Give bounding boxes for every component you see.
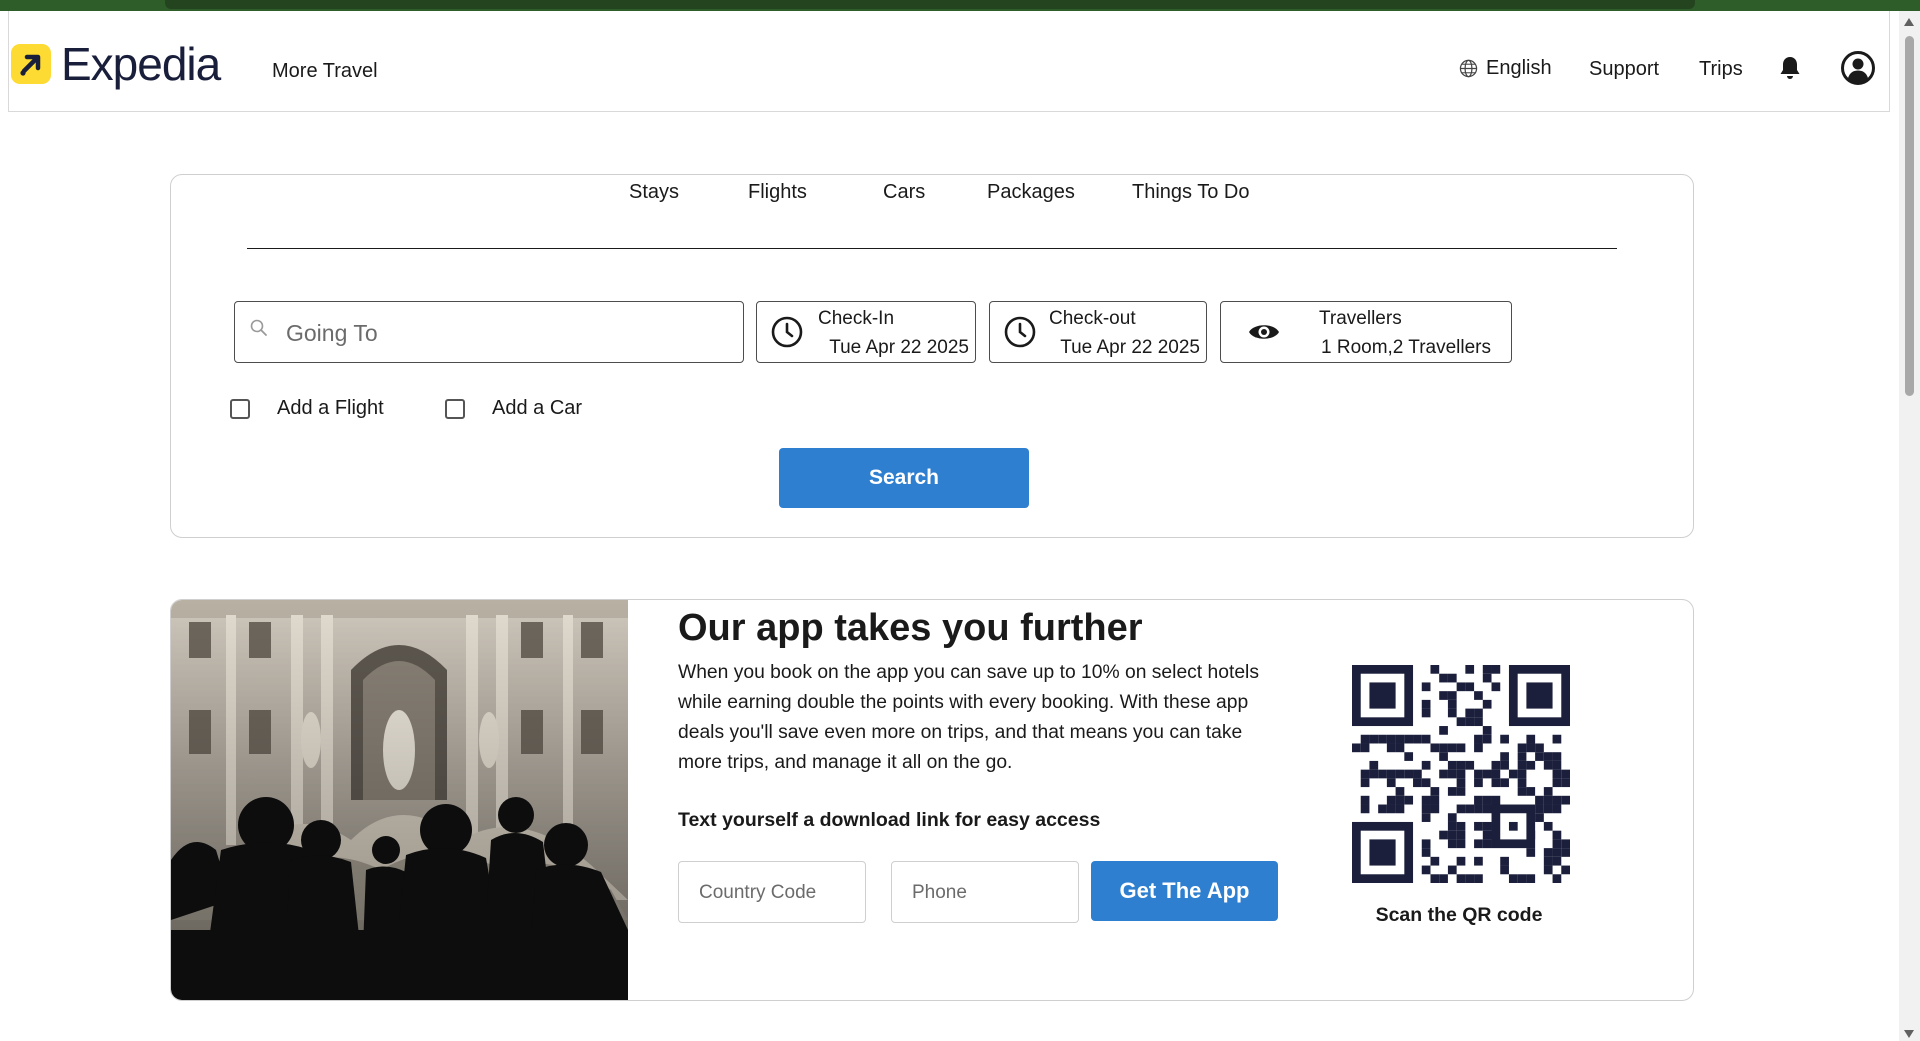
phone-input[interactable]: Phone	[891, 861, 1079, 923]
scroll-up-arrow-icon[interactable]	[1904, 18, 1914, 26]
tab-things-to-do[interactable]: Things To Do	[1132, 181, 1249, 204]
phone-placeholder: Phone	[912, 882, 967, 903]
tab-cars[interactable]: Cars	[883, 181, 925, 204]
tab-packages[interactable]: Packages	[987, 181, 1075, 204]
add-car-checkbox[interactable]: Add a Car	[445, 397, 582, 420]
check-in-value: Tue Apr 22 2025	[829, 337, 969, 358]
promo-subtitle: Text yourself a download link for easy a…	[678, 809, 1101, 831]
going-to-input[interactable]: Going To	[234, 301, 744, 363]
country-code-input[interactable]: Country Code	[678, 861, 866, 923]
travellers-field[interactable]: Travellers 1 Room,2 Travellers	[1220, 301, 1512, 363]
clock-icon	[771, 316, 803, 348]
qr-caption: Scan the QR code	[1375, 904, 1543, 926]
language-selector[interactable]: English	[1459, 57, 1552, 80]
more-travel-menu[interactable]: More Travel	[272, 60, 378, 83]
tabs-divider	[247, 248, 1617, 249]
add-flight-checkbox[interactable]: Add a Flight	[230, 397, 384, 420]
get-the-app-button[interactable]: Get The App	[1091, 861, 1278, 921]
expedia-logo[interactable]: Expedia	[11, 38, 221, 90]
account-icon[interactable]	[1841, 51, 1875, 90]
scrollbar-thumb[interactable]	[1905, 36, 1914, 396]
tab-flights[interactable]: Flights	[748, 181, 807, 204]
support-link[interactable]: Support	[1589, 58, 1659, 81]
qr-code	[1352, 665, 1570, 883]
expedia-logo-text: Expedia	[61, 38, 221, 90]
checkbox-box[interactable]	[230, 398, 250, 419]
globe-icon	[1459, 59, 1478, 78]
bell-icon[interactable]	[1778, 55, 1802, 86]
add-flight-label: Add a Flight	[277, 397, 384, 419]
search-card: Stays Flights Cars Packages Things To Do…	[170, 174, 1694, 538]
browser-top-band	[0, 0, 1920, 11]
app-promo-card: Our app takes you further When you book …	[170, 599, 1694, 1001]
scroll-down-arrow-icon[interactable]	[1904, 1030, 1914, 1038]
checkbox-box[interactable]	[445, 398, 465, 419]
search-button[interactable]: Search	[779, 448, 1029, 508]
expedia-logo-icon	[11, 44, 51, 84]
promo-title: Our app takes you further	[678, 607, 1143, 649]
travellers-value: 1 Room,2 Travellers	[1321, 337, 1492, 358]
search-icon	[250, 319, 267, 336]
tab-stays[interactable]: Stays	[629, 181, 679, 204]
travellers-label: Travellers	[1319, 308, 1402, 329]
trips-link[interactable]: Trips	[1699, 58, 1743, 81]
check-out-value: Tue Apr 22 2025	[1060, 337, 1200, 358]
page-scrollbar[interactable]	[1899, 11, 1920, 1041]
language-label: English	[1486, 57, 1552, 79]
clock-icon	[1004, 316, 1036, 348]
check-in-field[interactable]: Check-In Tue Apr 22 2025	[756, 301, 976, 363]
site-header: Expedia More Travel English Support Trip…	[8, 11, 1890, 112]
eye-icon	[1249, 325, 1279, 339]
check-in-label: Check-In	[818, 308, 895, 329]
going-to-placeholder: Going To	[286, 320, 378, 346]
check-out-field[interactable]: Check-out Tue Apr 22 2025	[989, 301, 1207, 363]
trevi-fountain-photo	[171, 600, 628, 1000]
check-out-label: Check-out	[1049, 308, 1136, 329]
promo-description: When you book on the app you can save up…	[678, 662, 1259, 773]
add-car-label: Add a Car	[492, 397, 583, 419]
browser-top-band-inner	[165, 0, 1695, 9]
country-code-placeholder: Country Code	[699, 882, 817, 903]
